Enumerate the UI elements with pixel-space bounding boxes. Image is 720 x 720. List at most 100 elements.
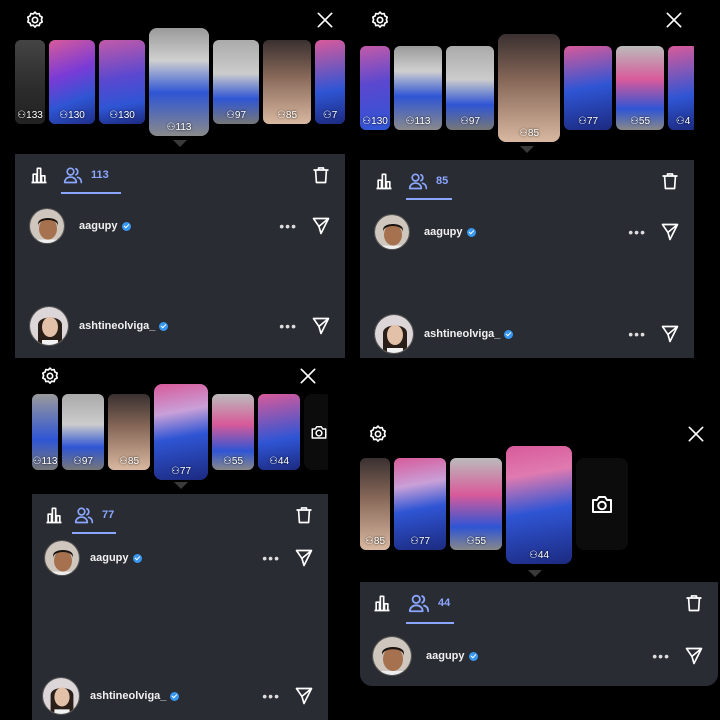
story-thumbnail-strip[interactable]: ⚇85 ⚇77 ⚇55 ⚇44 [360,446,718,564]
more-dots-icon[interactable]: ••• [262,688,280,704]
send-icon[interactable] [311,216,331,236]
more-dots-icon[interactable]: ••• [279,218,297,234]
add-story-button[interactable] [576,458,628,550]
verified-badge-icon [170,691,180,701]
story-thumbnail[interactable]: ⚇44 [258,394,300,470]
send-icon[interactable] [311,316,331,336]
viewers-sheet: 85 aagupy ••• ashtineolviga_ ••• [360,160,694,358]
story-thumbnail[interactable]: ⚇130 [360,46,390,130]
viewer-row[interactable]: aagupy ••• [360,210,694,254]
story-thumbnail[interactable]: ⚇97 [446,46,494,130]
story-thumbnail-strip[interactable]: ⚇113 ⚇97 ⚇85 ⚇77 ⚇55 ⚇44 [32,384,328,480]
viewers-tab[interactable]: 44 [408,592,450,614]
story-thumbnail-selected[interactable]: ⚇44 [506,446,572,564]
story-thumbnail[interactable]: ⚇130 [49,40,95,124]
story-thumbnail[interactable]: ⚇55 [212,394,254,470]
story-thumbnail[interactable]: ⚇130 [99,40,145,124]
story-thumbnail[interactable]: ⚇113 [394,46,442,130]
more-dots-icon[interactable]: ••• [279,318,297,334]
viewers-tab[interactable]: 85 [408,171,448,191]
avatar[interactable] [29,306,69,346]
more-dots-icon[interactable]: ••• [628,326,646,342]
viewers-tab[interactable]: 77 [74,505,114,525]
more-dots-icon[interactable]: ••• [262,550,280,566]
bar-chart-icon[interactable] [374,171,394,191]
view-count: ⚇130 [109,110,135,121]
send-icon[interactable] [660,324,680,344]
bar-chart-icon[interactable] [372,593,392,613]
bar-chart-icon[interactable] [29,165,49,185]
story-thumbnail[interactable]: ⚇85 [360,458,390,550]
viewer-row[interactable]: ashtineolviga_ ••• [360,312,694,356]
story-thumbnail[interactable]: ⚇4 [668,46,694,130]
viewer-row[interactable]: ashtineolviga_ ••• [32,674,328,718]
viewer-row[interactable]: aagupy ••• [15,204,345,248]
send-icon[interactable] [294,548,314,568]
story-thumbnail-selected[interactable]: ⚇113 [149,28,209,136]
story-thumbnail[interactable]: ⚇85 [108,394,150,470]
viewer-row[interactable]: ashtineolviga_ ••• [15,304,345,348]
story-thumbnail[interactable]: ⚇133 [15,40,45,124]
username[interactable]: ashtineolviga_ [424,328,514,340]
username[interactable]: ashtineolviga_ [79,320,169,332]
username[interactable]: aagupy [79,220,131,232]
gear-icon[interactable] [25,10,45,30]
story-thumbnail-selected[interactable]: ⚇77 [154,384,208,480]
view-count: ⚇44 [268,456,290,467]
story-thumbnail[interactable]: ⚇97 [213,40,259,124]
story-thumbnail-strip[interactable]: ⚇133 ⚇130 ⚇130 ⚇113 ⚇97 ⚇85 ⚇7 [15,28,345,136]
story-thumbnail[interactable]: ⚇113 [32,394,58,470]
more-dots-icon[interactable]: ••• [652,648,670,664]
trash-icon[interactable] [311,165,331,185]
send-icon[interactable] [684,646,704,666]
story-thumbnail[interactable]: ⚇55 [616,46,664,130]
story-thumbnail[interactable]: ⚇85 [263,40,311,124]
view-count: ⚇113 [166,122,192,133]
avatar[interactable] [372,636,412,676]
story-thumbnail-selected[interactable]: ⚇85 [498,34,560,142]
send-icon[interactable] [294,686,314,706]
story-thumbnail[interactable]: ⚇7 [315,40,345,124]
trash-icon[interactable] [684,593,704,613]
story-thumbnail[interactable]: ⚇77 [394,458,446,550]
story-thumbnail[interactable]: ⚇77 [564,46,612,130]
username[interactable]: aagupy [424,226,476,238]
avatar[interactable] [44,540,80,576]
story-thumbnail[interactable]: ⚇97 [62,394,104,470]
view-count: ⚇130 [59,110,85,121]
view-count: ⚇55 [222,456,244,467]
bar-chart-icon[interactable] [44,505,64,525]
username[interactable]: aagupy [426,650,478,662]
avatar[interactable] [42,677,80,715]
avatar[interactable] [374,314,414,354]
send-icon[interactable] [660,222,680,242]
gear-icon[interactable] [370,10,390,30]
gear-icon[interactable] [368,424,388,444]
story-thumbnail[interactable]: ⚇55 [450,458,502,550]
trash-icon[interactable] [294,505,314,525]
viewer-row[interactable]: aagupy ••• [32,536,328,580]
close-icon[interactable] [664,10,684,30]
viewer-row[interactable]: aagupy ••• [360,634,718,678]
view-count: ⚇97 [225,110,247,121]
trash-icon[interactable] [660,171,680,191]
username[interactable]: aagupy [90,552,142,564]
viewers-tab[interactable]: 113 [63,165,109,185]
avatar[interactable] [29,208,65,244]
add-story-button[interactable] [304,394,328,470]
close-icon[interactable] [686,424,706,444]
more-dots-icon[interactable]: ••• [628,224,646,240]
view-count: ⚇44 [528,550,550,561]
story-thumbnail-strip[interactable]: ⚇130 ⚇113 ⚇97 ⚇85 ⚇77 ⚇55 ⚇4 [360,34,694,142]
close-icon[interactable] [315,10,335,30]
avatar[interactable] [374,214,410,250]
view-count: ⚇85 [118,456,140,467]
close-icon[interactable] [298,366,318,386]
viewers-toolbar: 85 [360,160,694,202]
view-count: ⚇85 [518,128,540,139]
viewers-icon [74,505,94,525]
verified-badge-icon [468,651,478,661]
view-count: ⚇133 [17,110,43,121]
username[interactable]: ashtineolviga_ [90,690,180,702]
gear-icon[interactable] [40,366,60,386]
